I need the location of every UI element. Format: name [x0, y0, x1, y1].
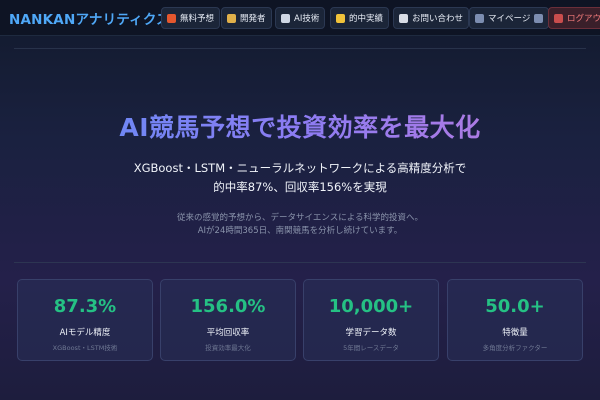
stat-label: 特徴量 — [502, 328, 528, 338]
nav-results-button[interactable]: 的中実績 — [330, 7, 390, 29]
ai-icon — [281, 13, 290, 23]
nav-developer-button[interactable]: 開発者 — [221, 7, 272, 29]
stat-value: 50.0+ — [485, 296, 545, 317]
user-avatar-icon — [534, 13, 544, 23]
logout-button[interactable]: ログアウト — [548, 7, 600, 29]
stat-caption: XGBoost・LSTM技術 — [52, 344, 118, 352]
logout-icon — [554, 13, 563, 23]
header-divider — [14, 48, 586, 49]
logout-label: ログアウト — [567, 14, 600, 24]
stat-card-accuracy: 87.3% AIモデル精度 XGBoost・LSTM技術 — [17, 279, 153, 361]
nav-contact-label: お問い合わせ — [412, 14, 464, 24]
hero-subtitle-line2: 的中率87%、回収率156%を実現 — [213, 180, 387, 194]
stat-caption: 投資効率最大化 — [205, 344, 251, 352]
stat-caption: 5年間レースデータ — [343, 344, 399, 352]
gift-icon — [167, 13, 176, 23]
section-divider — [14, 262, 586, 263]
nav-contact-button[interactable]: お問い合わせ — [393, 7, 470, 29]
page: NANKANアナリティクス 無料予想 開発者 AI技術 的中実績 お問い合わせ … — [0, 0, 600, 400]
stat-card-features: 50.0+ 特徴量 多角度分析ファクター — [447, 279, 583, 361]
stat-label: 学習データ数 — [345, 328, 397, 338]
nav-free-prediction-label: 無料予想 — [180, 14, 215, 24]
hero-subtitle-line1: XGBoost・LSTM・ニューラルネットワークによる高精度分析で — [133, 161, 467, 175]
nav-developer-label: 開発者 — [240, 14, 266, 24]
nav-free-prediction-button[interactable]: 無料予想 — [161, 7, 221, 29]
stat-caption: 多角度分析ファクター — [482, 344, 548, 352]
nav-results-label: 的中実績 — [349, 14, 384, 24]
nav-ai-tech-label: AI技術 — [294, 14, 320, 24]
user-icon — [475, 13, 484, 23]
hero-note-line2: AIが24時間365日、南関競馬を分析し続けています。 — [197, 226, 403, 236]
stat-value: 87.3% — [53, 296, 117, 317]
stat-card-recovery: 156.0% 平均回収率 投資効率最大化 — [160, 279, 296, 361]
mail-icon — [399, 13, 408, 23]
stat-label: 平均回収率 — [206, 328, 250, 338]
brand-logo[interactable]: NANKANアナリティクス — [9, 8, 170, 28]
hero-note-line1: 従来の感覚的予想から、データサイエンスによる科学的投資へ。 — [177, 213, 423, 223]
developer-icon — [227, 13, 236, 23]
stat-label: AIモデル精度 — [59, 328, 111, 338]
stat-value: 10,000+ — [328, 296, 414, 317]
nav-ai-tech-button[interactable]: AI技術 — [275, 7, 326, 29]
hero-title: AI競馬予想で投資効率を最大化 — [0, 108, 600, 144]
nav-mypage-button[interactable]: マイページ — [469, 7, 550, 29]
stat-card-training-data: 10,000+ 学習データ数 5年間レースデータ — [303, 279, 439, 361]
top-navbar: NANKANアナリティクス 無料予想 開発者 AI技術 的中実績 お問い合わせ … — [0, 0, 600, 36]
nav-mypage-label: マイページ — [488, 14, 531, 24]
trophy-icon — [336, 13, 345, 23]
stat-value: 156.0% — [190, 296, 266, 317]
